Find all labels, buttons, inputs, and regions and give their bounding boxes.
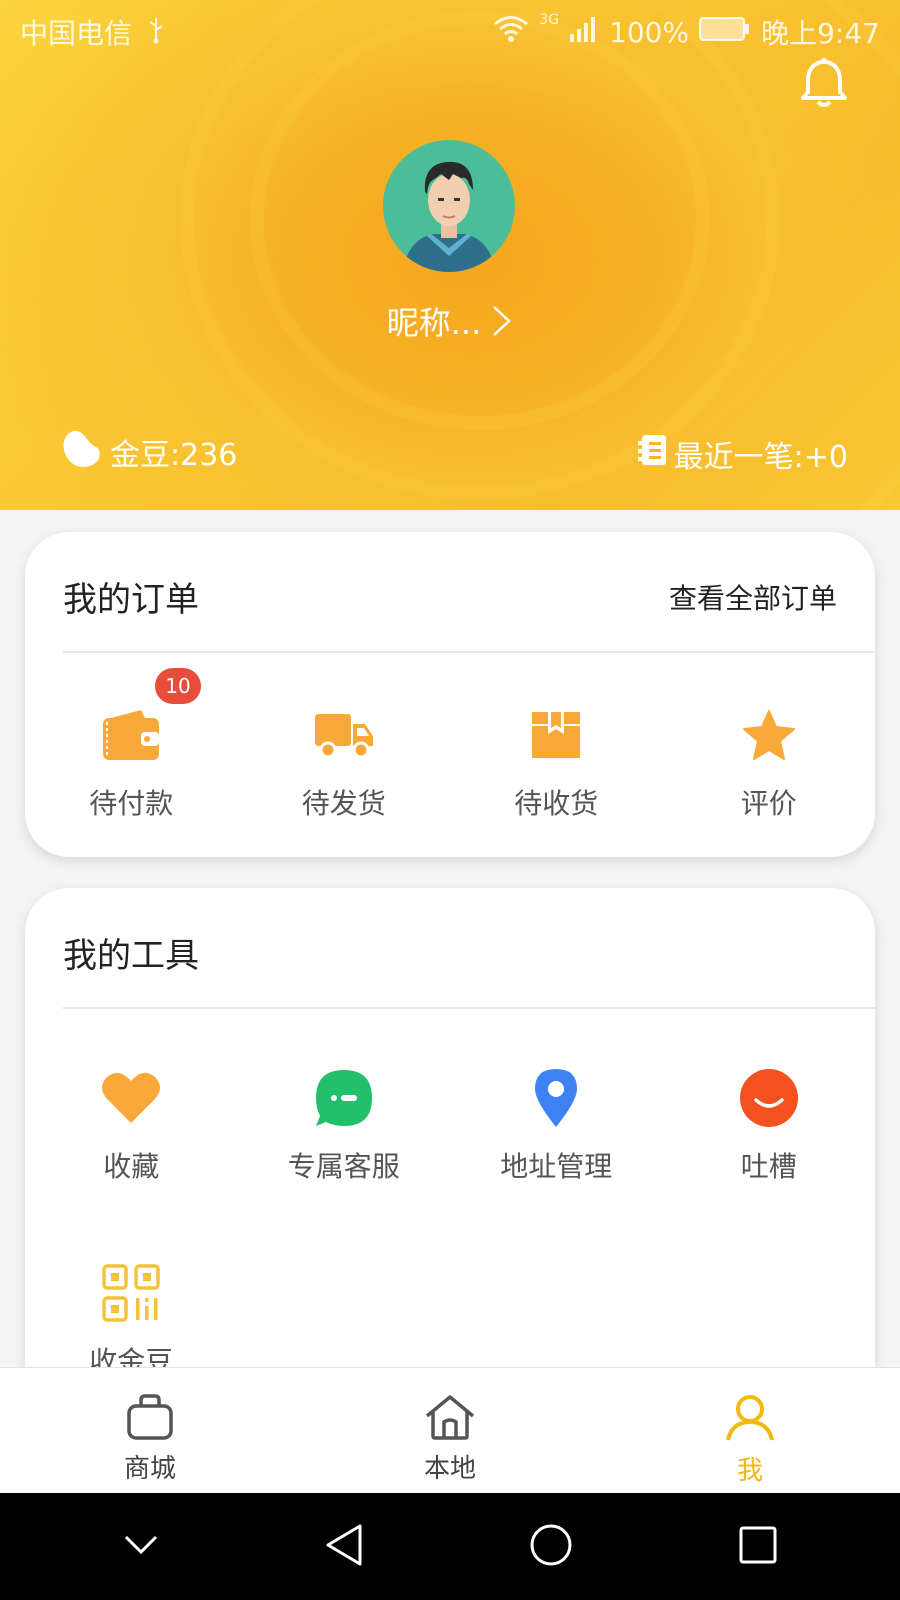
nav-label: 本地 bbox=[423, 1454, 476, 1484]
tool-item-label: 专属客服 bbox=[287, 1150, 400, 1183]
home-circle-icon[interactable] bbox=[529, 1523, 573, 1571]
order-item-pending-receipt[interactable]: 待收货 bbox=[450, 700, 663, 822]
nickname-label: 昵称... bbox=[386, 304, 482, 342]
coins-balance[interactable]: 金豆:236 bbox=[60, 428, 237, 476]
nav-item-mall[interactable]: 商城 bbox=[0, 1368, 300, 1493]
pending-payment-badge: 10 bbox=[155, 668, 201, 704]
signal-icon bbox=[569, 16, 599, 49]
truck-icon bbox=[309, 700, 379, 770]
order-item-label: 待发货 bbox=[301, 787, 386, 820]
profile-header: 中国电信 3G 100% 晚上9:47 昵称... 金豆:236 最近一笔:+0 bbox=[0, 0, 900, 510]
orders-card: 我的订单 查看全部订单 10 待付款 待发货 待收货 评价 bbox=[25, 532, 875, 857]
ledger-icon bbox=[637, 433, 668, 475]
avatar[interactable] bbox=[383, 140, 515, 272]
network-type-label: 3G bbox=[539, 12, 560, 28]
order-item-label: 评价 bbox=[740, 787, 797, 820]
usb-icon bbox=[146, 16, 166, 51]
shopping-bag-icon bbox=[126, 1394, 174, 1444]
recent-label: 最近一笔:+0 bbox=[673, 440, 848, 475]
nav-item-me[interactable]: 我 bbox=[600, 1368, 900, 1493]
smile-icon bbox=[734, 1063, 804, 1133]
battery-icon bbox=[699, 16, 751, 49]
tool-item-address-management[interactable]: 地址管理 bbox=[450, 1063, 663, 1185]
location-pin-icon bbox=[521, 1063, 591, 1133]
package-icon bbox=[521, 700, 591, 770]
tool-item-collect-coins[interactable]: 收金豆 bbox=[25, 1258, 238, 1380]
time-label: 晚上9:47 bbox=[761, 17, 880, 50]
view-all-orders-link[interactable]: 查看全部订单 bbox=[669, 577, 837, 617]
chevron-right-icon bbox=[491, 304, 513, 346]
tools-grid-row-1: 收藏 专属客服 地址管理 吐槽 bbox=[25, 1063, 875, 1185]
tool-item-label: 收藏 bbox=[103, 1150, 160, 1183]
orders-grid: 10 待付款 待发货 待收货 评价 bbox=[25, 668, 876, 822]
recent-transaction[interactable]: 最近一笔:+0 bbox=[637, 432, 848, 476]
order-item-label: 待付款 bbox=[89, 787, 174, 820]
qr-code-icon bbox=[96, 1258, 166, 1328]
chevron-down-icon[interactable] bbox=[123, 1534, 159, 1560]
order-item-pending-shipment[interactable]: 待发货 bbox=[238, 700, 451, 822]
tools-grid-row-2: 收金豆 bbox=[25, 1258, 875, 1380]
wifi-icon bbox=[493, 15, 529, 50]
tool-item-label: 吐槽 bbox=[740, 1150, 797, 1183]
order-item-review[interactable]: 评价 bbox=[663, 700, 876, 822]
orders-title: 我的订单 bbox=[63, 580, 199, 620]
tools-title: 我的工具 bbox=[63, 936, 199, 976]
carrier-label: 中国电信 bbox=[20, 17, 133, 50]
tool-item-label: 地址管理 bbox=[500, 1150, 613, 1183]
tool-item-feedback[interactable]: 吐槽 bbox=[663, 1063, 876, 1185]
back-triangle-icon[interactable] bbox=[324, 1523, 364, 1571]
battery-percent-label: 100% bbox=[609, 15, 690, 49]
nav-label: 商城 bbox=[123, 1454, 176, 1484]
heart-icon bbox=[96, 1063, 166, 1133]
nickname-link[interactable]: 昵称... bbox=[0, 298, 900, 346]
nav-item-local[interactable]: 本地 bbox=[300, 1368, 600, 1493]
tool-item-customer-service[interactable]: 专属客服 bbox=[238, 1063, 451, 1185]
star-icon bbox=[734, 700, 804, 770]
bottom-navigation: 商城 本地 我 bbox=[0, 1367, 900, 1493]
status-bar: 中国电信 3G 100% 晚上9:47 bbox=[0, 0, 900, 62]
divider bbox=[63, 651, 875, 653]
tools-card: 我的工具 收藏 专属客服 地址管理 吐槽 收金豆 bbox=[25, 888, 875, 1408]
coins-label: 金豆:236 bbox=[110, 438, 238, 473]
nav-label: 我 bbox=[736, 1456, 763, 1486]
tool-item-favorites[interactable]: 收藏 bbox=[25, 1063, 238, 1185]
person-icon bbox=[724, 1394, 776, 1446]
system-navigation-bar bbox=[0, 1493, 900, 1600]
chat-icon bbox=[309, 1063, 379, 1133]
order-item-pending-payment[interactable]: 10 待付款 bbox=[25, 668, 238, 822]
wallet-icon bbox=[96, 700, 166, 770]
recent-apps-square-icon[interactable] bbox=[738, 1525, 778, 1569]
home-icon bbox=[423, 1394, 477, 1444]
notification-bell-icon[interactable] bbox=[800, 58, 856, 114]
divider bbox=[63, 1007, 875, 1009]
bean-icon bbox=[60, 428, 102, 476]
order-item-label: 待收货 bbox=[514, 787, 599, 820]
